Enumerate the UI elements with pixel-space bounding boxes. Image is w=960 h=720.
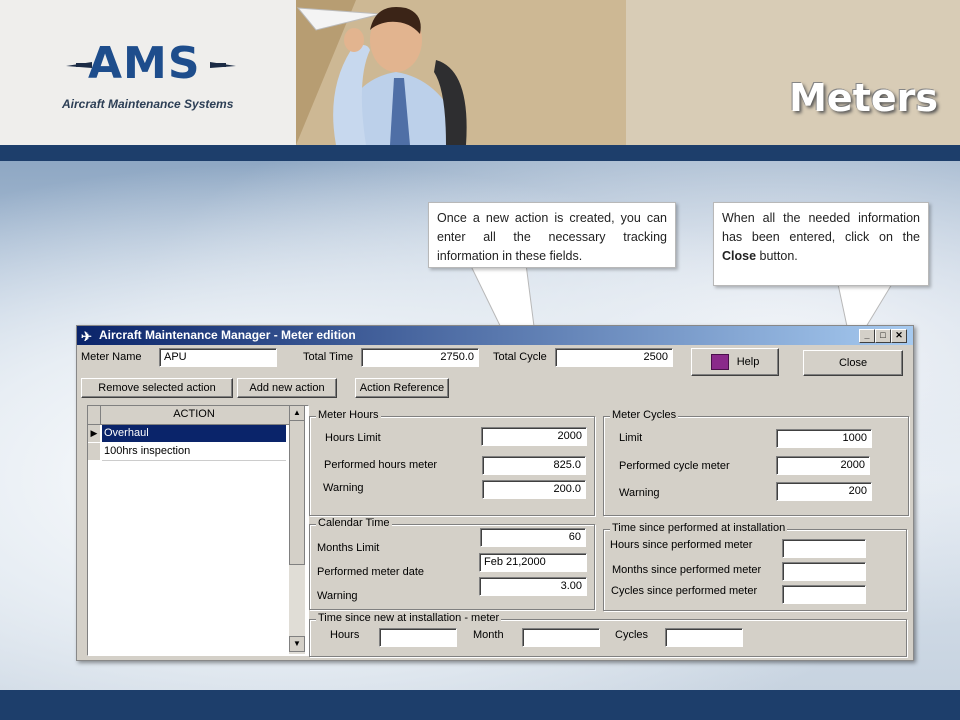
since-new-month-field[interactable] bbox=[522, 628, 600, 647]
hours-since-label: Hours since performed meter bbox=[610, 539, 753, 551]
callout-close-text-2: button. bbox=[756, 249, 798, 263]
row-selector bbox=[88, 443, 100, 460]
minimize-icon[interactable]: _ bbox=[859, 329, 875, 343]
meter-cycles-title: Meter Cycles bbox=[610, 409, 679, 421]
maximize-icon[interactable]: □ bbox=[875, 329, 891, 343]
performed-date-field[interactable]: Feb 21,2000 bbox=[479, 553, 587, 572]
since-new-hours-label: Hours bbox=[330, 629, 360, 641]
callout-new-action: Once a new action is created, you can en… bbox=[428, 202, 676, 268]
callout-close: When all the needed information has been… bbox=[713, 202, 929, 286]
scroll-down-icon[interactable]: ▼ bbox=[289, 636, 305, 652]
months-since-field[interactable] bbox=[782, 562, 866, 581]
action-list-scrollbar[interactable]: ▲ ▼ bbox=[289, 405, 305, 654]
help-button[interactable]: Help bbox=[691, 348, 779, 376]
scroll-thumb[interactable] bbox=[289, 420, 305, 565]
performed-hours-label: Performed hours meter bbox=[324, 459, 438, 471]
calendar-time-title: Calendar Time bbox=[316, 517, 392, 529]
meter-name-field[interactable]: APU bbox=[159, 348, 277, 367]
window-titlebar: ✈ Aircraft Maintenance Manager - Meter e… bbox=[77, 326, 913, 345]
months-limit-field[interactable]: 60 bbox=[480, 528, 586, 547]
hours-warning-field[interactable]: 200.0 bbox=[482, 480, 586, 499]
total-cycle-field[interactable]: 2500 bbox=[555, 348, 673, 367]
total-time-label: Total Time bbox=[303, 351, 354, 363]
calendar-warning-label: Warning bbox=[317, 590, 358, 602]
months-since-label: Months since performed meter bbox=[612, 564, 762, 576]
since-performed-title: Time since performed at installation bbox=[610, 522, 788, 534]
callout-new-action-text: Once a new action is created, you can en… bbox=[437, 211, 667, 263]
row-pointer-icon: ▶ bbox=[88, 425, 100, 442]
action-reference-button[interactable]: Action Reference bbox=[355, 378, 449, 398]
action-list: ACTION ▶ Overhaul 100hrs inspection bbox=[87, 405, 309, 656]
close-window-icon[interactable]: ✕ bbox=[891, 329, 907, 343]
cycles-limit-label: Limit bbox=[619, 432, 643, 444]
performed-hours-field[interactable]: 825.0 bbox=[482, 456, 586, 475]
since-new-cycles-field[interactable] bbox=[665, 628, 743, 647]
action-item[interactable]: Overhaul bbox=[102, 425, 286, 442]
performed-cycles-label: Performed cycle meter bbox=[619, 460, 730, 472]
cycles-warning-field[interactable]: 200 bbox=[776, 482, 872, 501]
meter-name-label: Meter Name bbox=[81, 351, 142, 363]
since-new-cycles-label: Cycles bbox=[615, 629, 649, 641]
list-item[interactable]: 100hrs inspection bbox=[88, 443, 286, 461]
total-cycle-label: Total Cycle bbox=[493, 351, 547, 363]
total-time-field[interactable]: 2750.0 bbox=[361, 348, 479, 367]
list-item[interactable]: ▶ Overhaul bbox=[88, 425, 286, 442]
since-new-hours-field[interactable] bbox=[379, 628, 457, 647]
hours-limit-label: Hours Limit bbox=[325, 432, 381, 444]
remove-action-button[interactable]: Remove selected action bbox=[81, 378, 233, 398]
add-action-button[interactable]: Add new action bbox=[237, 378, 337, 398]
cycles-since-label: Cycles since performed meter bbox=[611, 585, 758, 597]
months-limit-label: Months Limit bbox=[317, 542, 380, 554]
cycles-limit-field[interactable]: 1000 bbox=[776, 429, 872, 448]
since-new-title: Time since new at installation - meter bbox=[316, 612, 502, 624]
action-list-header: ACTION bbox=[88, 406, 298, 425]
performed-date-label: Performed meter date bbox=[317, 566, 424, 578]
meter-hours-title: Meter Hours bbox=[316, 409, 381, 421]
help-book-icon bbox=[710, 354, 729, 371]
row-selector-header bbox=[88, 406, 101, 424]
hours-since-field[interactable] bbox=[782, 539, 866, 558]
callout-close-bold: Close bbox=[722, 249, 757, 263]
app-icon: ✈ bbox=[81, 329, 92, 344]
action-item[interactable]: 100hrs inspection bbox=[102, 443, 286, 461]
performed-cycles-field[interactable]: 2000 bbox=[776, 456, 870, 475]
cycles-since-field[interactable] bbox=[782, 585, 866, 604]
hours-limit-field[interactable]: 2000 bbox=[481, 427, 587, 446]
hours-warning-label: Warning bbox=[323, 482, 364, 494]
scroll-up-icon[interactable]: ▲ bbox=[289, 405, 305, 421]
window-title: Aircraft Maintenance Manager - Meter edi… bbox=[99, 328, 356, 342]
close-button[interactable]: Close bbox=[803, 350, 903, 376]
calendar-warning-field[interactable]: 3.00 bbox=[479, 577, 587, 596]
help-label: Help bbox=[736, 356, 760, 368]
meter-edition-window: ✈ Aircraft Maintenance Manager - Meter e… bbox=[76, 325, 914, 661]
action-column-header: ACTION bbox=[173, 408, 215, 420]
callout-close-text-1: When all the needed information has been… bbox=[722, 211, 920, 244]
since-new-month-label: Month bbox=[473, 629, 504, 641]
cycles-warning-label: Warning bbox=[619, 487, 660, 499]
